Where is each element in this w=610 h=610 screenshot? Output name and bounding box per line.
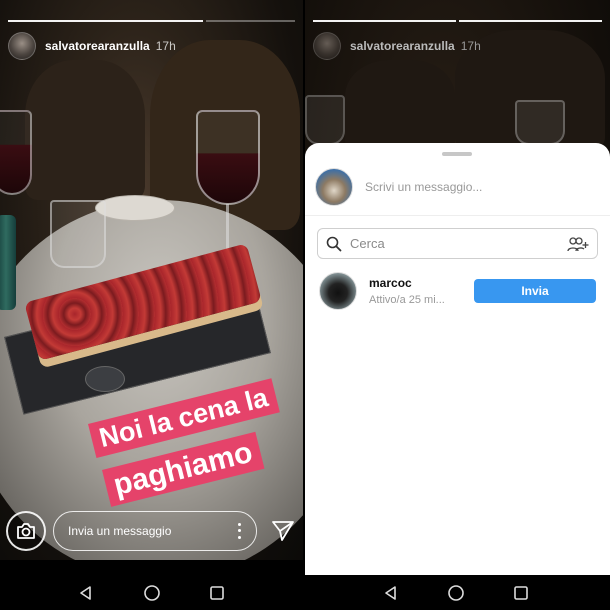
post-time: 17h xyxy=(460,39,481,53)
contact-name: marcoc xyxy=(369,276,412,290)
recents-button[interactable] xyxy=(207,583,227,603)
back-button[interactable] xyxy=(76,583,96,603)
story-header: salvatorearanzulla 17h xyxy=(8,32,295,60)
post-time: 17h xyxy=(155,39,176,53)
search-input[interactable]: Cerca xyxy=(317,228,598,259)
background-person xyxy=(25,60,145,200)
progress-segment xyxy=(313,20,456,22)
wine-glass xyxy=(515,100,565,145)
screen: salvatorearanzulla 17h Noi la cena la pa… xyxy=(0,0,610,610)
wine-glass xyxy=(305,95,345,145)
username[interactable]: salvatorearanzulla xyxy=(350,39,455,53)
drag-handle[interactable] xyxy=(442,152,472,156)
story-progress xyxy=(8,20,295,22)
camera-button[interactable] xyxy=(6,511,46,551)
home-button[interactable] xyxy=(142,583,162,603)
back-icon xyxy=(385,586,396,600)
wine-glass xyxy=(196,110,260,205)
search-icon xyxy=(326,236,342,251)
story-view[interactable]: salvatorearanzulla 17h Noi la cena la pa… xyxy=(0,0,303,560)
search-placeholder: Cerca xyxy=(350,236,385,251)
plate xyxy=(95,195,175,221)
system-navbar xyxy=(0,575,610,610)
home-icon xyxy=(448,585,464,601)
avatar xyxy=(315,168,353,206)
message-placeholder[interactable]: Scrivi un messaggio... xyxy=(365,180,482,194)
progress-segment xyxy=(8,20,204,22)
divider xyxy=(305,215,610,216)
avatar[interactable] xyxy=(8,32,36,60)
reply-bar: Invia un messaggio xyxy=(6,510,297,552)
spoon xyxy=(85,366,125,392)
background-person xyxy=(345,60,455,150)
home-button[interactable] xyxy=(446,583,466,603)
reply-placeholder: Invia un messaggio xyxy=(68,524,172,538)
wine-glass xyxy=(0,110,32,195)
more-options-icon[interactable] xyxy=(232,521,246,541)
reply-input[interactable]: Invia un messaggio xyxy=(53,511,257,551)
progress-segment xyxy=(206,20,295,22)
progress-segment xyxy=(459,20,602,22)
story-progress xyxy=(313,20,602,22)
camera-icon xyxy=(17,523,35,539)
contact-info: marcoc Attivo/a 25 mi... xyxy=(369,276,461,306)
avatar[interactable] xyxy=(313,32,341,60)
wine-glass-stem xyxy=(226,204,229,254)
bottle xyxy=(0,215,16,310)
share-sheet: Scrivi un messaggio... Cerca marcoc Atti… xyxy=(305,143,610,575)
contact-status: Attivo/a 25 mi... xyxy=(369,294,445,306)
message-composer[interactable]: Scrivi un messaggio... xyxy=(315,167,600,207)
username[interactable]: salvatorearanzulla xyxy=(45,39,150,53)
paper-plane-icon xyxy=(272,521,294,541)
home-icon xyxy=(144,585,160,601)
share-view: salvatorearanzulla 17h Scrivi un messagg… xyxy=(305,0,610,575)
story-header: salvatorearanzulla 17h xyxy=(313,32,602,60)
back-button[interactable] xyxy=(381,583,401,603)
avatar xyxy=(319,272,357,310)
recents-icon xyxy=(210,586,224,600)
add-group-icon[interactable] xyxy=(567,236,589,252)
recents-icon xyxy=(514,586,528,600)
water-glass xyxy=(50,200,106,268)
list-item: marcoc Attivo/a 25 mi... Invia xyxy=(319,271,596,311)
send-button[interactable]: Invia xyxy=(474,279,596,303)
send-button[interactable] xyxy=(269,517,297,545)
recents-button[interactable] xyxy=(511,583,531,603)
back-icon xyxy=(80,586,91,600)
